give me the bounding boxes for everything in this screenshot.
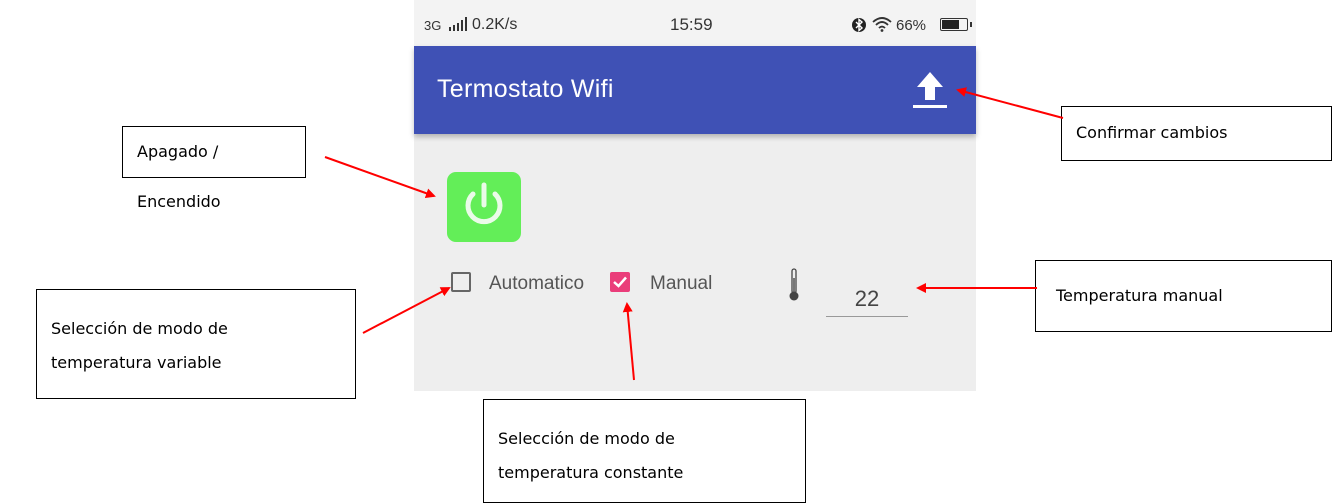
annotation-arrows: [324, 87, 1064, 381]
arrow-confirm: [956, 87, 1064, 119]
arrow-auto-mode: [362, 287, 451, 334]
arrow-power: [324, 156, 436, 199]
arrow-manual-mode: [622, 302, 635, 381]
